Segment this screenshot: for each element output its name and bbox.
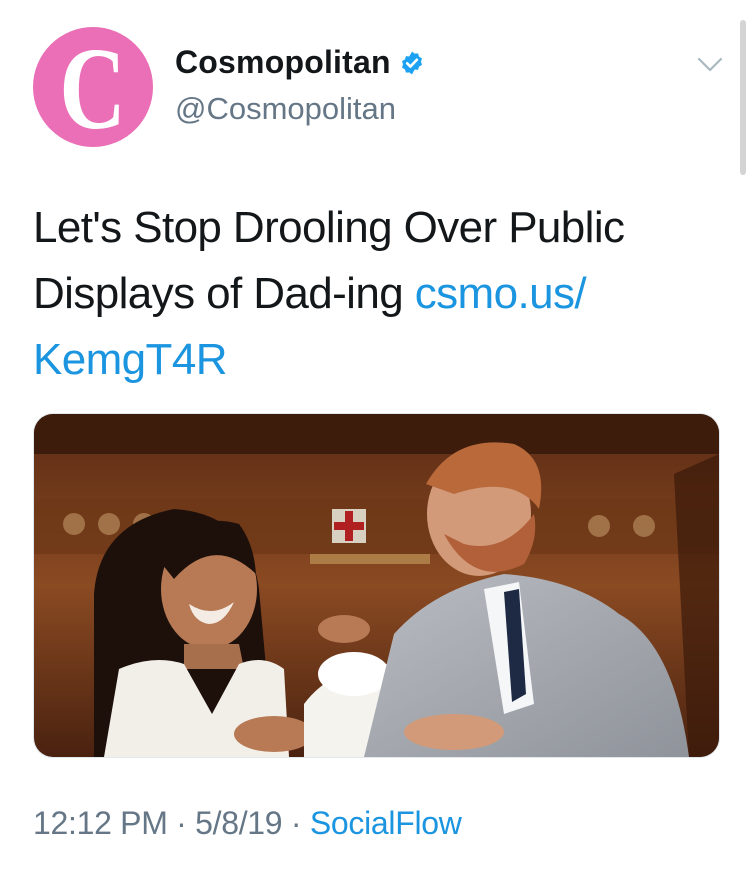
photo-illustration xyxy=(34,414,719,757)
meta-separator: · xyxy=(167,805,196,841)
tweet-date[interactable]: 5/8/19 xyxy=(195,805,282,841)
tweet-media-photo[interactable] xyxy=(33,413,720,758)
avatar-logo-letter: C xyxy=(59,27,127,148)
avatar[interactable]: C xyxy=(33,27,153,147)
meta-separator-2: · xyxy=(282,805,310,841)
display-name[interactable]: Cosmopolitan xyxy=(175,44,391,81)
account-names[interactable]: Cosmopolitan @Cosmopolitan xyxy=(175,44,425,127)
handle[interactable]: @Cosmopolitan xyxy=(175,91,425,127)
tweet-header: C Cosmopolitan @Cosmopolitan xyxy=(33,27,723,147)
chevron-down-icon[interactable] xyxy=(697,57,723,73)
tweet-meta: 12:12 PM · 5/8/19 · SocialFlow xyxy=(33,805,462,842)
tweet-text: Let's Stop Drooling Over Public Displays… xyxy=(33,195,723,393)
tweet-time[interactable]: 12:12 PM xyxy=(33,805,168,841)
scrollbar[interactable] xyxy=(740,20,746,175)
verified-badge-icon xyxy=(401,51,422,74)
tweet-source[interactable]: SocialFlow xyxy=(310,805,462,841)
